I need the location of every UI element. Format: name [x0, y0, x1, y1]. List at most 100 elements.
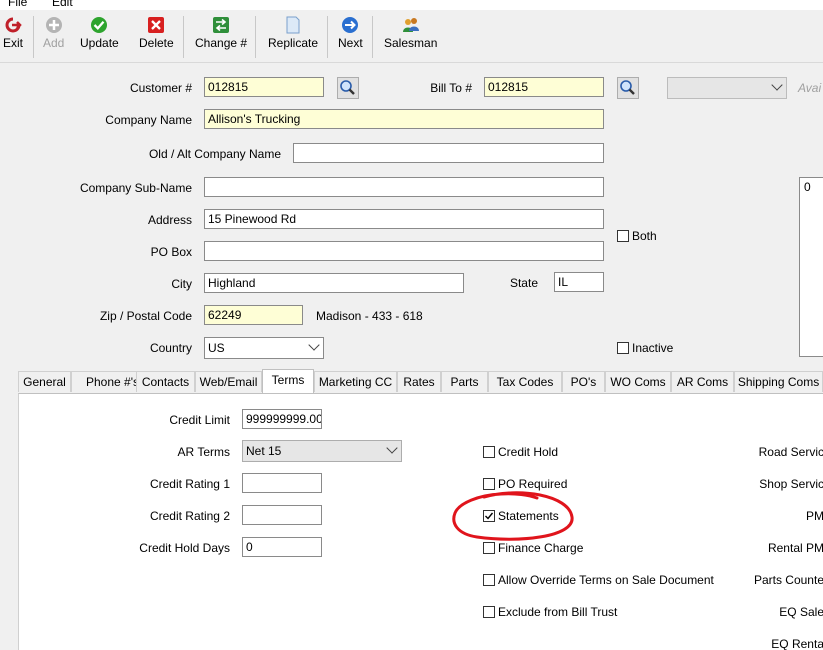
tab-general[interactable]: General — [18, 371, 71, 392]
terms-panel: Credit Limit 999999999.00 AR Terms Net 1… — [18, 393, 823, 650]
credit-rating-2-label: Credit Rating 2 — [149, 509, 230, 523]
shop-service-label: Shop Servic — [759, 477, 823, 491]
tab-contacts[interactable]: Contacts — [136, 371, 195, 392]
add-icon — [45, 17, 62, 33]
rental-pm-label: Rental PM — [767, 541, 823, 555]
replicate-label: Replicate — [268, 36, 319, 50]
toolbar-separator — [327, 16, 328, 58]
old-alt-company-label: Old / Alt Company Name — [148, 147, 281, 161]
tab-marketing-cc[interactable]: Marketing CC — [314, 371, 397, 392]
right-labels-column: Road Servic Shop Servic PM Rental PM Par… — [719, 394, 823, 650]
toolbar-separator — [255, 16, 256, 58]
eq-sale-label: EQ Sale — [779, 605, 823, 619]
credit-rating-2-field[interactable] — [242, 505, 322, 525]
exclude-bill-trust-checkbox[interactable] — [483, 606, 495, 618]
credit-hold-label: Credit Hold — [498, 445, 559, 459]
customer-number-field[interactable]: 012815 — [204, 77, 324, 97]
pm-label: PM — [806, 509, 823, 523]
credit-limit-label: Credit Limit — [169, 413, 230, 427]
tab-wo-coms[interactable]: WO Coms — [605, 371, 671, 392]
swap-icon — [213, 17, 230, 33]
bill-to-field[interactable]: 012815 — [484, 77, 604, 97]
country-value: US — [208, 341, 225, 355]
tab-pos[interactable]: PO's — [562, 371, 605, 392]
change-number-label: Change # — [195, 36, 248, 50]
zip-label: Zip / Postal Code — [99, 309, 192, 323]
toolbar-separator — [183, 16, 184, 58]
tab-tax-codes[interactable]: Tax Codes — [488, 371, 562, 392]
document-icon — [286, 16, 300, 34]
company-name-label: Company Name — [105, 113, 192, 127]
exit-icon — [5, 17, 22, 33]
exit-label: Exit — [3, 36, 24, 50]
tab-parts[interactable]: Parts — [441, 371, 488, 392]
po-box-field[interactable] — [204, 241, 604, 261]
old-alt-company-field[interactable] — [293, 143, 604, 163]
inactive-checkbox[interactable] — [617, 342, 629, 354]
both-label: Both — [632, 229, 657, 243]
po-box-label: PO Box — [150, 245, 192, 259]
magnifier-icon — [620, 80, 635, 95]
replicate-button[interactable]: Replicate — [268, 16, 318, 50]
credit-hold-checkbox[interactable] — [483, 446, 495, 458]
toolbar: Exit Add Update Delete Change # Replicat… — [0, 10, 823, 63]
next-button[interactable]: Next — [338, 16, 363, 50]
address-label: Address — [147, 213, 192, 227]
parts-counter-label: Parts Counte — [753, 573, 823, 587]
delete-icon — [148, 17, 165, 33]
salesman-button[interactable]: Salesman — [384, 16, 437, 50]
next-arrow-icon — [342, 17, 359, 33]
ar-terms-label: AR Terms — [177, 445, 230, 459]
zip-field[interactable]: 62249 — [204, 305, 303, 325]
credit-limit-field[interactable]: 999999999.00 — [242, 409, 322, 429]
company-name-field[interactable]: Allison's Trucking — [204, 109, 604, 129]
update-label: Update — [80, 36, 119, 50]
allow-override-checkbox[interactable] — [483, 574, 495, 586]
company-sub-name-label: Company Sub-Name — [79, 181, 192, 195]
ar-terms-dropdown[interactable]: Net 15 — [242, 440, 402, 462]
chevron-down-icon — [771, 79, 783, 91]
menu-file[interactable]: File — [8, 0, 27, 9]
delete-button[interactable]: Delete — [139, 16, 174, 50]
available-label: Avai — [798, 81, 822, 95]
exit-button[interactable]: Exit — [3, 16, 23, 50]
allow-override-label: Allow Override Terms on Sale Document — [498, 573, 714, 587]
country-dropdown[interactable]: US — [204, 337, 324, 359]
customer-search-button[interactable] — [337, 77, 359, 99]
tab-shipping-coms[interactable]: Shipping Coms — [734, 371, 823, 392]
city-field[interactable]: Highland — [204, 273, 464, 293]
both-checkbox[interactable] — [617, 230, 629, 242]
chevron-down-icon — [386, 442, 398, 454]
bill-to-search-button[interactable] — [617, 77, 639, 99]
toolbar-separator — [372, 16, 373, 58]
annotation-circle — [452, 491, 574, 541]
tab-ar-coms[interactable]: AR Coms — [671, 371, 734, 392]
bill-to-dropdown[interactable] — [667, 77, 787, 99]
bill-to-label: Bill To # — [430, 81, 472, 95]
chevron-down-icon — [308, 339, 320, 351]
credit-hold-days-field[interactable]: 0 — [242, 537, 322, 557]
add-button[interactable]: Add — [43, 16, 64, 50]
change-number-button[interactable]: Change # — [195, 16, 247, 50]
road-service-label: Road Servic — [758, 445, 823, 459]
salesman-label: Salesman — [384, 36, 438, 50]
company-sub-name-field[interactable] — [204, 177, 604, 197]
credit-rating-1-field[interactable] — [242, 473, 322, 493]
side-notes-value: 0 — [804, 180, 811, 194]
city-label: City — [171, 277, 192, 291]
menu-bar: File Edit — [0, 0, 823, 10]
tab-terms[interactable]: Terms — [262, 369, 314, 393]
inactive-label: Inactive — [632, 341, 674, 355]
tab-web-email[interactable]: Web/Email — [195, 371, 262, 392]
customer-number-label: Customer # — [129, 81, 192, 95]
menu-edit[interactable]: Edit — [52, 0, 73, 9]
state-field[interactable]: IL — [554, 272, 604, 292]
side-notes-box[interactable]: 0 — [799, 177, 823, 357]
ar-terms-value: Net 15 — [246, 444, 282, 458]
address-field[interactable]: 15 Pinewood Rd — [204, 209, 604, 229]
checkmark-icon — [91, 17, 108, 33]
update-button[interactable]: Update — [80, 16, 119, 50]
credit-hold-days-label: Credit Hold Days — [139, 541, 230, 555]
tab-rates[interactable]: Rates — [397, 371, 441, 392]
county-info: Madison - 433 - 618 — [316, 309, 423, 323]
